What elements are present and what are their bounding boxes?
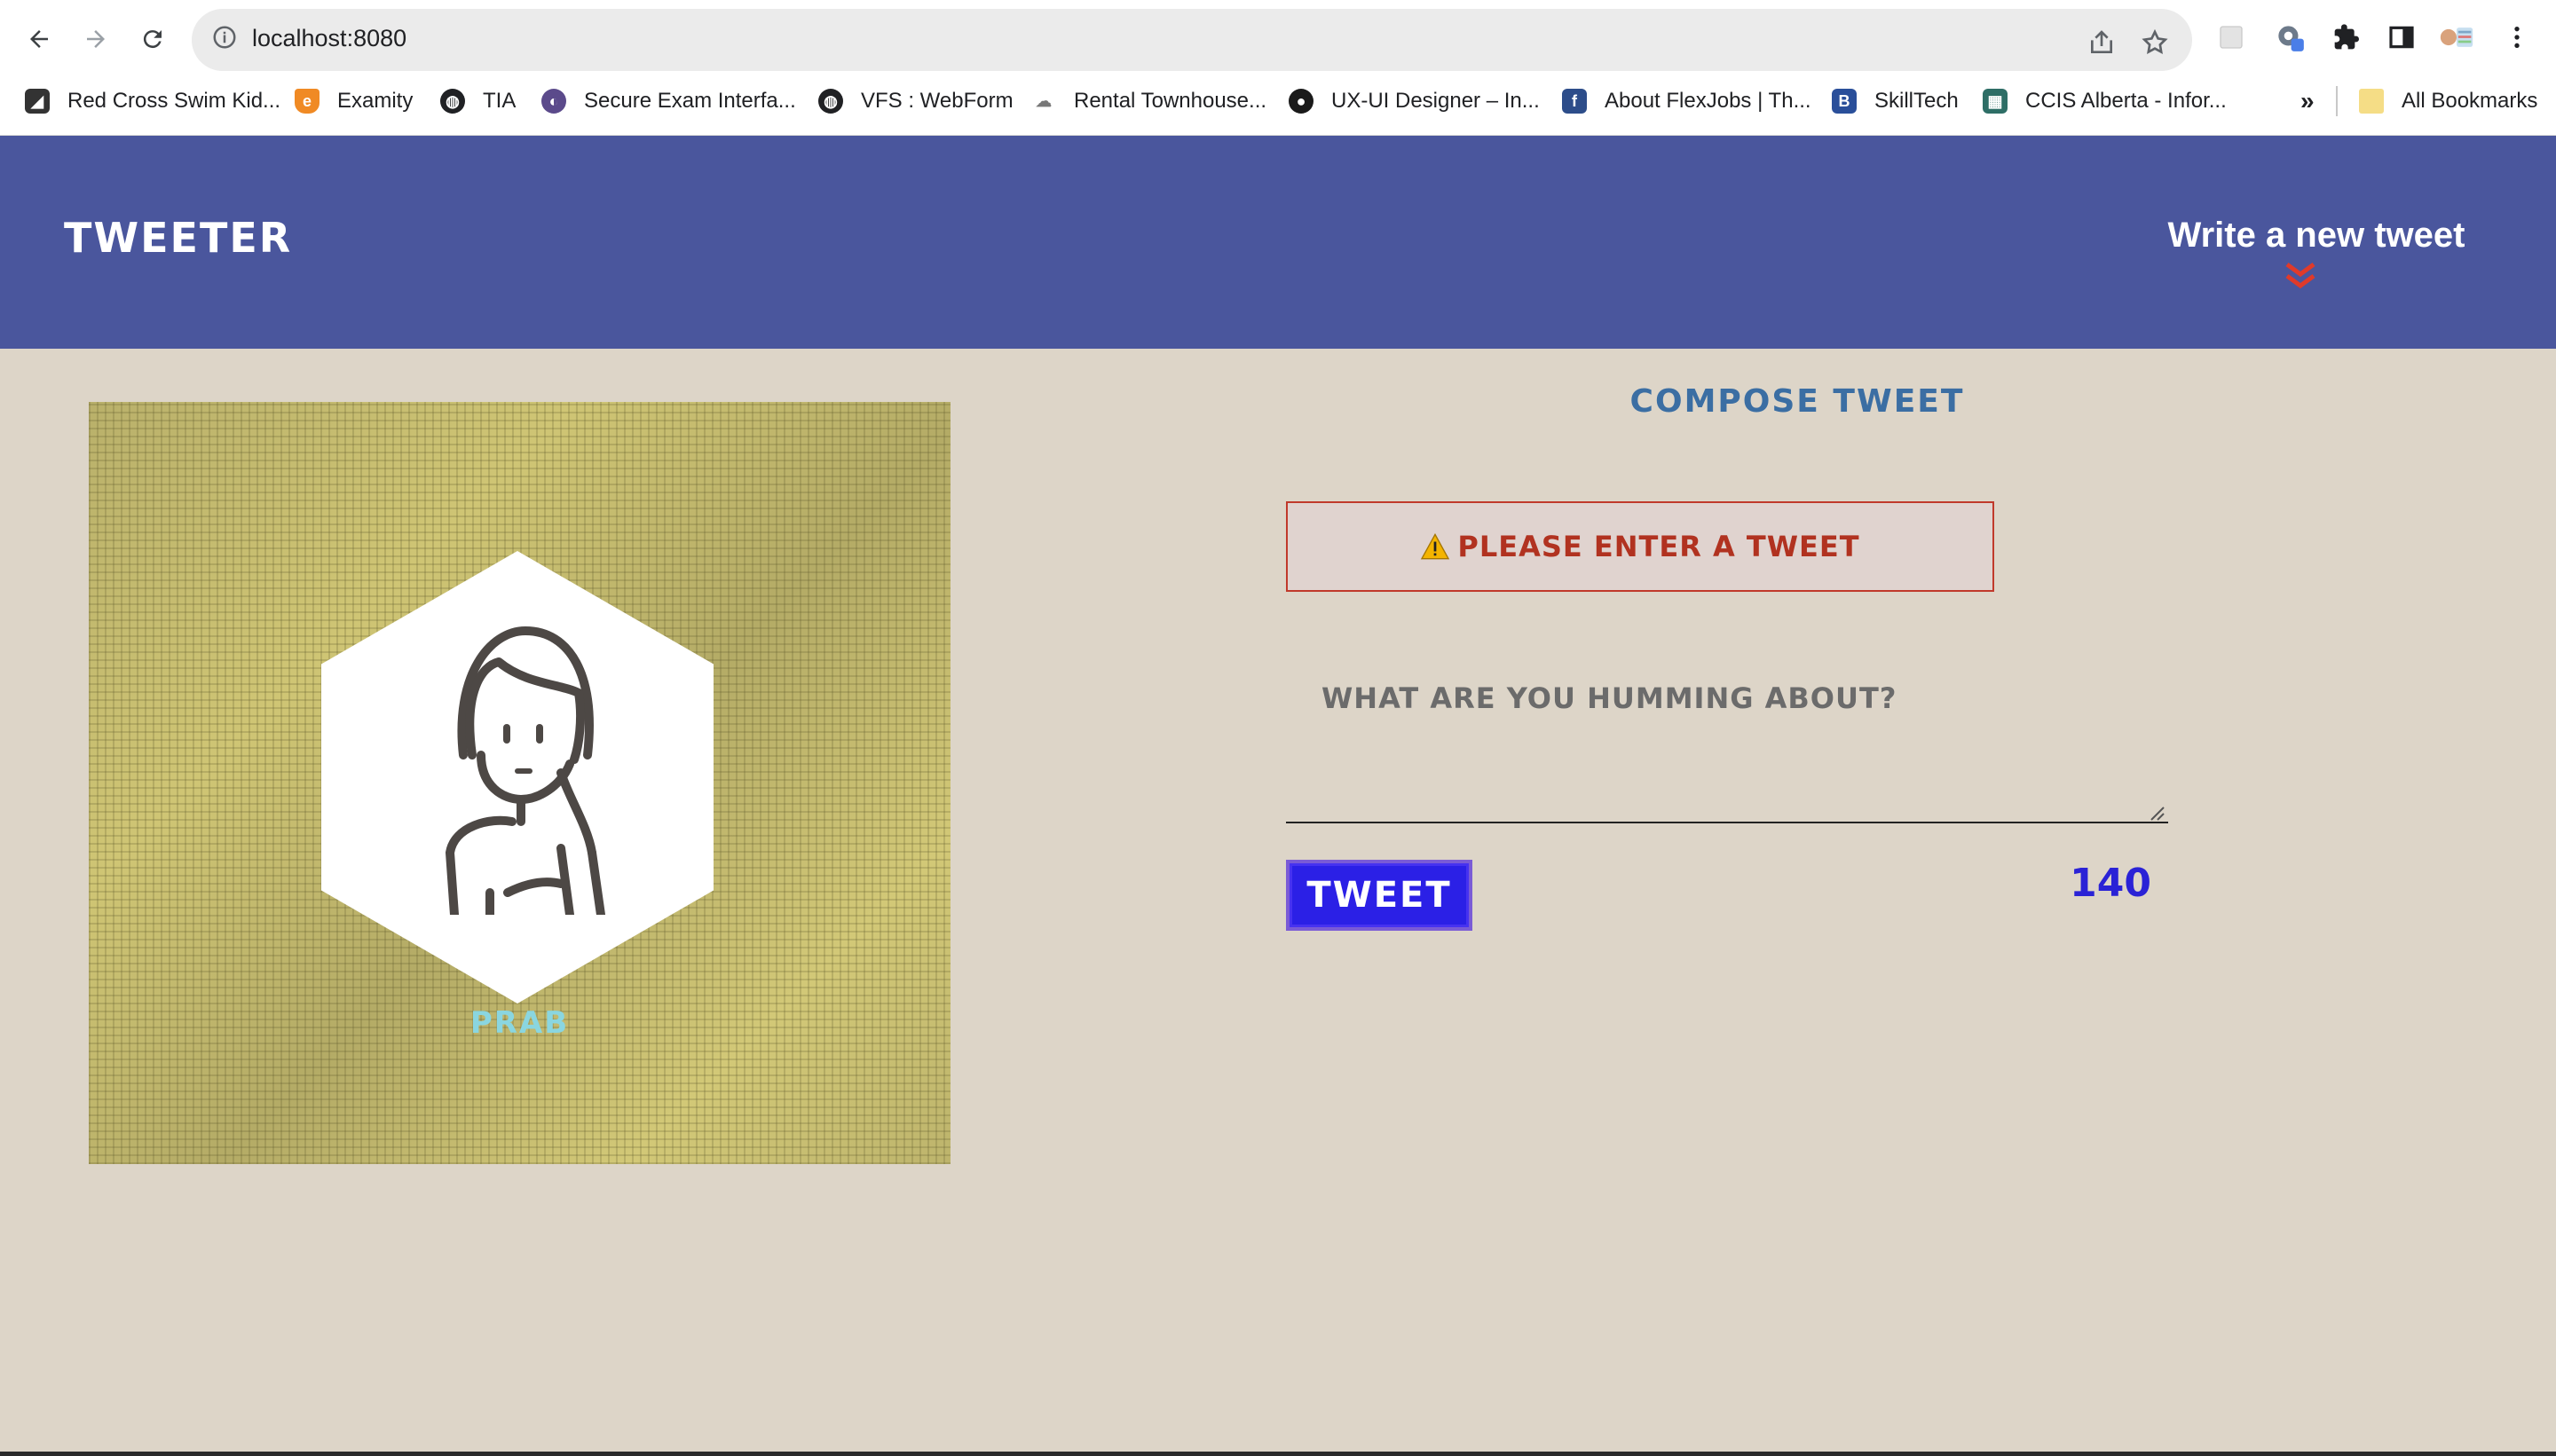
bookmark-label: CCIS Alberta - Infor... (2025, 89, 2227, 113)
red-cross-icon: ◢ (25, 89, 50, 114)
bookmark-flexjobs[interactable]: f About FlexJobs | Th... (1562, 85, 1811, 117)
reload-button[interactable] (131, 18, 174, 60)
bookmark-label: Rental Townhouse... (1074, 89, 1267, 113)
site-info-icon[interactable] (211, 24, 238, 51)
extension-gear-icon[interactable] (2272, 20, 2308, 55)
bookmark-label: Secure Exam Interfa... (584, 89, 796, 113)
profile-username: Prab (469, 1005, 570, 1041)
extensions-puzzle-icon[interactable] (2329, 20, 2364, 55)
circle-icon: ● (1289, 89, 1314, 114)
skilltech-icon: B (1832, 89, 1857, 114)
share-icon[interactable] (2087, 28, 2116, 57)
avatar-icon (446, 626, 605, 915)
bookmark-label: TIA (483, 89, 517, 113)
ccis-icon: ▦ (1983, 89, 2008, 114)
bookmark-skilltech[interactable]: B SkillTech (1832, 85, 1959, 117)
folder-icon (2359, 89, 2384, 114)
browser-toolbar: localhost:8080 ◢ Red Cross Swim Kid... e… (0, 0, 2556, 136)
secure-exam-icon: ◐ (541, 89, 566, 114)
chrome-menu-icon[interactable] (2499, 20, 2535, 55)
all-bookmarks-button[interactable]: All Bookmarks (2336, 85, 2537, 117)
side-panel-icon[interactable] (2384, 20, 2419, 55)
bookmark-ux-ui[interactable]: ● UX-UI Designer – In... (1289, 85, 1540, 117)
bookmark-label: VFS : WebForm (861, 89, 1014, 113)
app-header: Tweeter Write a new tweet (0, 136, 2556, 349)
divider (2336, 86, 2338, 116)
bookmark-red-cross[interactable]: ◢ Red Cross Swim Kid... (25, 85, 280, 117)
avatar-hexagon (321, 551, 714, 1003)
flexjobs-icon: f (1562, 89, 1587, 114)
bookmark-label: SkillTech (1874, 89, 1959, 113)
overflow-chevron-label: » (2300, 87, 2315, 114)
globe-icon: ◍ (818, 89, 843, 114)
back-arrow-icon (30, 30, 48, 48)
address-bar[interactable]: localhost:8080 (192, 9, 2192, 71)
bookmark-star-icon[interactable] (2141, 28, 2169, 57)
bookmark-secure-exam[interactable]: ◐ Secure Exam Interfa... (541, 85, 796, 117)
profile-avatar[interactable] (2439, 20, 2474, 55)
profile-card: Prab (89, 402, 951, 1164)
bookmark-tia[interactable]: ◍ TIA (440, 85, 516, 117)
write-new-tweet-link[interactable]: Write a new tweet (2157, 216, 2476, 256)
extension-grey-icon[interactable] (2213, 20, 2249, 55)
tweet-textarea[interactable] (1286, 657, 2168, 823)
forward-button[interactable] (75, 18, 117, 60)
bookmark-label: UX-UI Designer – In... (1331, 89, 1540, 113)
globe-icon: ◍ (440, 89, 465, 114)
tweet-button[interactable]: Tweet (1286, 860, 1472, 931)
bookmark-label: Examity (337, 89, 414, 113)
reload-icon (143, 30, 162, 49)
examity-icon: e (295, 89, 320, 114)
character-counter: 140 (2070, 861, 2151, 906)
forward-arrow-icon (87, 30, 105, 48)
bookmark-label: Red Cross Swim Kid... (67, 89, 281, 113)
error-text: Please enter a tweet (1457, 530, 1860, 563)
resize-grip-icon[interactable] (2148, 804, 2166, 822)
all-bookmarks-label: All Bookmarks (2402, 89, 2538, 113)
bookmark-vfs[interactable]: ◍ VFS : WebForm (818, 85, 1014, 117)
bookmarks-overflow-button[interactable]: » (2300, 85, 2315, 117)
warning-icon (1421, 533, 1450, 560)
bookmark-rental[interactable]: ☁ Rental Townhouse... (1031, 85, 1266, 117)
window-bottom-edge (0, 1452, 2556, 1456)
compose-title: Compose Tweet (1629, 383, 1965, 420)
url-text[interactable]: localhost:8080 (252, 25, 406, 52)
back-button[interactable] (18, 18, 60, 60)
double-chevron-down-icon[interactable] (2284, 262, 2317, 290)
bookmark-label: About FlexJobs | Th... (1605, 89, 1811, 113)
error-message: Please enter a tweet (1286, 501, 1994, 592)
cloud-icon: ☁ (1036, 91, 1052, 110)
brand-title: Tweeter (64, 214, 293, 262)
bookmark-examity[interactable]: e Examity (295, 85, 413, 117)
bookmark-ccis[interactable]: ▦ CCIS Alberta - Infor... (1983, 85, 2227, 117)
